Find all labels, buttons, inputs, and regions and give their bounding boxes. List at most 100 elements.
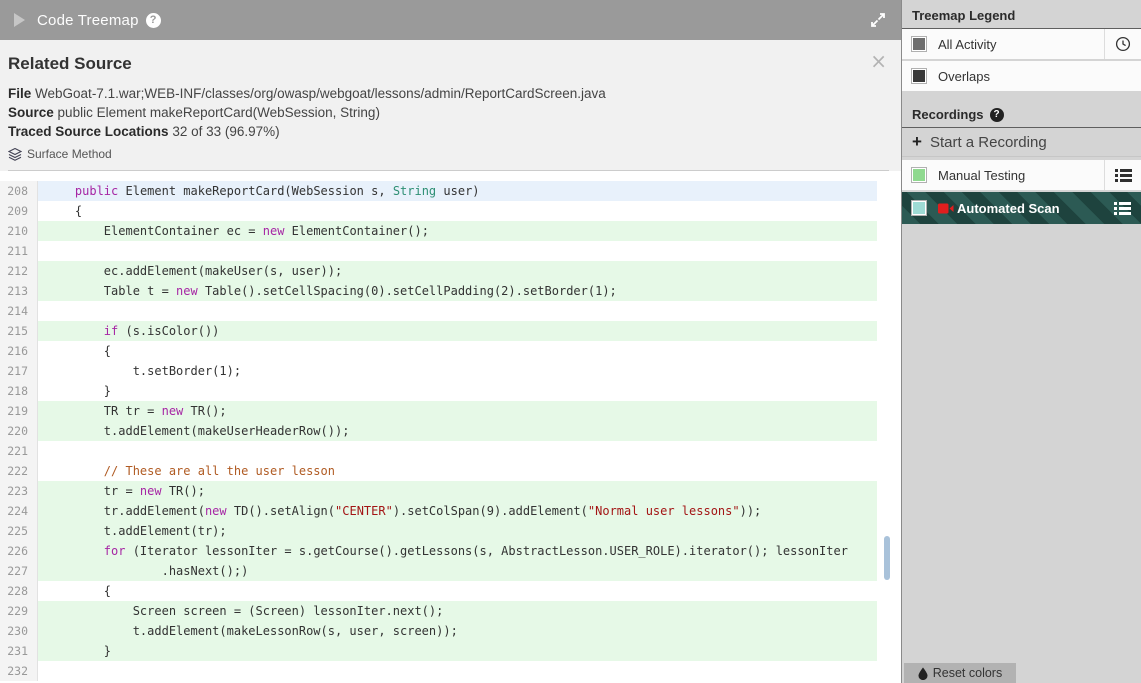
code-line: 219 TR tr = new TR(); [0,401,901,421]
legend-item-label: Overlaps [938,68,991,84]
line-number: 227 [0,561,38,581]
code-line: 214 [0,301,901,321]
field-source-label: Source [8,105,54,120]
code-text: { [46,204,83,218]
field-source-value: public Element makeReportCard(WebSession… [57,105,380,120]
start-recording-label: Start a Recording [929,133,1047,151]
reset-colors-button[interactable]: Reset colors [904,663,1016,683]
code-text: // These are all the user lesson [103,464,335,478]
code-text: { [46,344,112,358]
line-number: 209 [0,201,38,221]
code-line: 224 tr.addElement(new TD().setAlign("CEN… [0,501,901,521]
code-line: 228 { [0,581,901,601]
code-text: { [46,584,112,598]
layers-icon [8,147,22,161]
code-text: t.addElement(makeUserHeaderRow()); [38,421,877,441]
line-number: 224 [0,501,38,521]
recording-item-label: Automated Scan [957,200,1060,216]
line-number: 213 [0,281,38,301]
source-code-viewer: 208 public Element makeReportCard(WebSes… [0,171,901,683]
recording-menu-button[interactable] [1104,160,1141,190]
legend-heading-label: Treemap Legend [912,8,1016,23]
code-line: 223 tr = new TR(); [0,481,901,501]
code-line: 211 [0,241,901,261]
field-file-value: WebGoat-7.1.war;WEB-INF/classes/org/owas… [35,86,606,101]
line-number: 219 [0,401,38,421]
field-file-label: File [8,86,32,101]
legend-item-label: All Activity [938,36,997,52]
recordings-help-icon[interactable]: ? [989,107,1004,122]
recording-camera-icon [938,203,954,214]
code-text: tr = new TR(); [38,481,877,501]
line-number: 214 [0,301,38,321]
line-number: 215 [0,321,38,341]
code-text: if (s.isColor()) [38,321,877,341]
legend-item-overlaps[interactable]: Overlaps [902,61,1141,91]
code-text: ElementContainer ec = new ElementContain… [38,221,877,241]
line-number: 221 [0,441,38,461]
code-text: public Element makeReportCard(WebSession… [38,181,877,201]
help-icon[interactable]: ? [145,12,161,28]
line-number: 211 [0,241,38,261]
recording-item-automated-scan[interactable]: Automated Scan [902,192,1141,224]
code-line: 218 } [0,381,901,401]
code-line: 229 Screen screen = (Screen) lessonIter.… [0,601,901,621]
related-source-header: Related Source × File WebGoat-7.1.war;WE… [0,40,901,171]
color-swatch[interactable] [912,37,926,51]
color-swatch[interactable] [912,69,926,83]
code-line: 213 Table t = new Table().setCellSpacing… [0,281,901,301]
page-title: Related Source [8,54,132,73]
code-line: 231 } [0,641,901,661]
close-icon[interactable]: × [870,51,887,71]
droplet-icon [918,667,928,680]
activity-time-button[interactable] [1104,29,1141,59]
camera-icon [938,203,954,213]
line-number: 230 [0,621,38,641]
clock-icon [1115,36,1131,52]
line-number: 210 [0,221,38,241]
collapse-arrow-icon[interactable] [14,13,25,27]
code-text: TR tr = new TR(); [38,401,877,421]
code-line: 230 t.addElement(makeLessonRow(s, user, … [0,621,901,641]
code-text: Table t = new Table().setCellSpacing(0).… [38,281,877,301]
code-text: t.addElement(tr); [38,521,877,541]
list-icon [1114,169,1132,182]
code-line: 215 if (s.isColor()) [0,321,901,341]
code-text: Screen screen = (Screen) lessonIter.next… [38,601,877,621]
code-line: 232 [0,661,901,681]
line-number: 226 [0,541,38,561]
treemap-sidebar: Treemap Legend All Activity Overlaps Reco… [901,0,1141,683]
line-number: 218 [0,381,38,401]
code-text: } [38,641,877,661]
code-line: 208 public Element makeReportCard(WebSes… [0,181,901,201]
field-traced-locations-label: Traced Source Locations [8,124,169,139]
color-swatch[interactable] [912,201,926,215]
recording-menu-button[interactable] [1104,192,1141,224]
expand-icon[interactable] [869,11,887,29]
recordings-heading: Recordings ? [902,99,1141,128]
recording-item-manual-testing[interactable]: Manual Testing [902,160,1141,190]
code-line: 210 ElementContainer ec = new ElementCon… [0,221,901,241]
vertical-scrollbar-thumb[interactable] [884,536,890,580]
legend-item-all-activity[interactable]: All Activity [902,29,1141,59]
code-line: 209 { [0,201,901,221]
code-text: } [46,384,112,398]
code-text: for (Iterator lessonIter = s.getCourse()… [38,541,877,561]
code-text: ec.addElement(makeUser(s, user)); [38,261,877,281]
surface-method-tag: Surface Method [8,147,889,161]
app-window: Code Treemap ? Related Source × File Web… [0,0,1141,683]
color-swatch[interactable] [912,168,926,182]
code-text: .hasNext();) [38,561,877,581]
line-number: 229 [0,601,38,621]
code-text: t.addElement(makeLessonRow(s, user, scre… [38,621,877,641]
code-treemap-panel: Code Treemap ? Related Source × File Web… [0,0,901,683]
code-line: 225 t.addElement(tr); [0,521,901,541]
start-recording-button[interactable]: + Start a Recording [902,128,1141,157]
panel-title: Code Treemap [37,11,139,29]
line-number: 225 [0,521,38,541]
field-source: Source public Element makeReportCard(Web… [8,103,889,122]
